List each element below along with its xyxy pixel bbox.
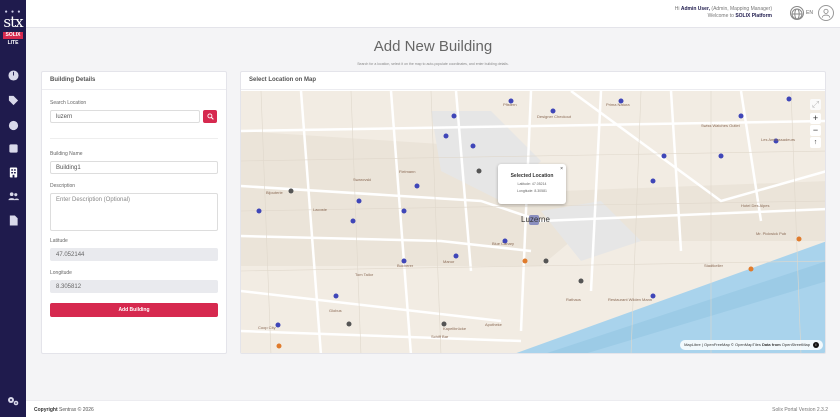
description-label: Description (50, 183, 76, 189)
logo-text: stx (3, 13, 23, 31)
sidebar-item-tags[interactable] (6, 93, 20, 107)
speedometer-icon (7, 69, 19, 81)
copyright: Copyright Sentrax © 2026 (34, 407, 94, 413)
settings-button[interactable] (6, 394, 20, 408)
svg-text:Manor: Manor (443, 259, 455, 264)
svg-text:Kapellbrücke: Kapellbrücke (443, 326, 467, 331)
version-label: Solix Portal Version 2.3.2 (772, 407, 828, 413)
zoom-out-button[interactable]: − (810, 125, 821, 136)
svg-text:Hotel Des Alpes: Hotel Des Alpes (741, 203, 769, 208)
page-subtitle: Search for a location, select it on the … (357, 62, 509, 66)
user-icon (821, 8, 831, 18)
building-icon (9, 166, 17, 178)
user-role: (Admin, Mapping Manager) (710, 6, 772, 12)
search-location-input[interactable]: luzern (50, 110, 200, 123)
map-canvas[interactable]: Pfistern Prima Natura Designer Checkout Sw… (241, 91, 825, 353)
svg-text:Apotheke: Apotheke (485, 322, 503, 327)
gears-icon (8, 397, 19, 406)
map-attribution[interactable]: MapLibre | OpenFreeMap © OpenMapTiles Da… (680, 340, 823, 350)
latitude-label: Latitude (50, 238, 68, 244)
globe-icon (791, 8, 803, 20)
language-label[interactable]: EN (806, 10, 813, 16)
user-name: Admin User, (680, 6, 711, 12)
copyright-prefix: Copyright (34, 407, 59, 413)
svg-text:Designer Checkout: Designer Checkout (537, 114, 572, 119)
compass-button[interactable]: ↑ (810, 137, 821, 148)
card-heading: Building Details (42, 72, 226, 90)
welcome-message: Hi Admin User, (Admin, Mapping Manager) … (675, 6, 772, 20)
svg-text:Schiff Bar: Schiff Bar (431, 334, 449, 339)
search-icon (206, 113, 214, 120)
svg-text:Bijouterie: Bijouterie (266, 190, 283, 195)
svg-text:Globus: Globus (329, 308, 342, 313)
sidebar-item-users[interactable] (6, 189, 20, 203)
building-details-card: Building Details Search Location luzern … (41, 71, 227, 354)
svg-text:Blue Canary: Blue Canary (492, 241, 514, 246)
longitude-input[interactable]: 8.305812 (50, 280, 218, 293)
divider (50, 138, 218, 139)
footer: Copyright Sentrax © 2026 Solix Portal Ve… (26, 400, 840, 417)
longitude-label: Longitude (50, 270, 72, 276)
latitude-input[interactable]: 47.052144 (50, 248, 218, 261)
city-label: Luzerne (521, 215, 550, 224)
svg-text:Les Ambassadeurs: Les Ambassadeurs (761, 137, 795, 142)
sidebar-item-dashboard[interactable] (6, 68, 20, 82)
sidebar-item-buildings[interactable] (6, 165, 20, 179)
search-location-label: Search Location (50, 100, 87, 106)
svg-text:Tom Tailor: Tom Tailor (355, 272, 374, 277)
attribution-source: OpenStreetMap (780, 342, 810, 347)
svg-text:Coop City: Coop City (258, 325, 276, 330)
map-base-layer: Pfistern Prima Natura Designer Checkout Sw… (241, 91, 825, 353)
selected-location-popup: × Selected Location Latitude: 47.05214 L… (498, 164, 566, 204)
svg-text:Stadtkeller: Stadtkeller (704, 263, 724, 268)
sidebar-item-floors[interactable] (6, 141, 20, 155)
logo-badge: SOLIX (3, 32, 23, 39)
building-name-label: Building Name (50, 151, 83, 157)
attribution-text: MapLibre | OpenFreeMap © OpenMapTiles (684, 342, 762, 347)
square-icon (8, 143, 18, 153)
platform-name: SOLIX Platform (735, 13, 772, 19)
description-textarea[interactable]: Enter Description (Optional) (50, 193, 218, 231)
copyright-text: Sentrax © 2026 (59, 407, 94, 413)
building-name-input[interactable]: Building1 (50, 161, 218, 174)
sidebar-item-documents[interactable] (6, 213, 20, 227)
add-building-button[interactable]: Add Building (50, 303, 218, 317)
svg-text:Lacoste: Lacoste (313, 207, 328, 212)
popup-title: Selected Location (510, 173, 554, 179)
attribution-bold: Data from (761, 342, 781, 347)
page-title: Add New Building (373, 38, 493, 55)
language-button[interactable] (790, 6, 804, 20)
svg-text:Rathaus: Rathaus (566, 297, 581, 302)
svg-text:Mr. Pickwick Pub: Mr. Pickwick Pub (756, 231, 787, 236)
svg-text:Prima Natura: Prima Natura (606, 102, 630, 107)
close-icon[interactable]: × (560, 166, 563, 172)
user-menu-button[interactable] (818, 5, 834, 21)
svg-text:Swarovski: Swarovski (353, 177, 371, 182)
circle-icon (8, 120, 18, 130)
sidebar: ● ● ● stx SOLIX LITE (0, 0, 26, 417)
tag-icon (8, 95, 18, 105)
svg-text:Swiss Watches Outlet: Swiss Watches Outlet (701, 123, 741, 128)
document-icon (9, 214, 18, 226)
search-button[interactable] (203, 110, 217, 123)
popup-latitude: Latitude: 47.05214 (517, 182, 547, 186)
info-icon[interactable]: i (813, 342, 819, 348)
welcome-line2: Welcome to (707, 13, 736, 19)
users-icon (7, 191, 19, 200)
svg-text:Restaurant Wilden Mann: Restaurant Wilden Mann (608, 297, 652, 302)
fullscreen-button[interactable]: ⤢ (810, 99, 821, 110)
card-heading: Select Location on Map (241, 72, 825, 90)
popup-longitude: Longitude: 8.30581 (517, 189, 547, 193)
logo-edition: LITE (7, 40, 19, 46)
zoom-in-button[interactable]: + (810, 113, 821, 124)
svg-text:Fielmann: Fielmann (399, 169, 415, 174)
svg-text:Pfistern: Pfistern (503, 102, 517, 107)
sidebar-item-devices[interactable] (6, 118, 20, 132)
logo: ● ● ● stx SOLIX LITE (0, 10, 26, 47)
top-bar: Hi Admin User, (Admin, Mapping Manager) … (26, 0, 840, 28)
svg-text:Bucherer: Bucherer (397, 263, 414, 268)
map-card: Select Location on Map Pfistern Prima Na… (240, 71, 826, 354)
